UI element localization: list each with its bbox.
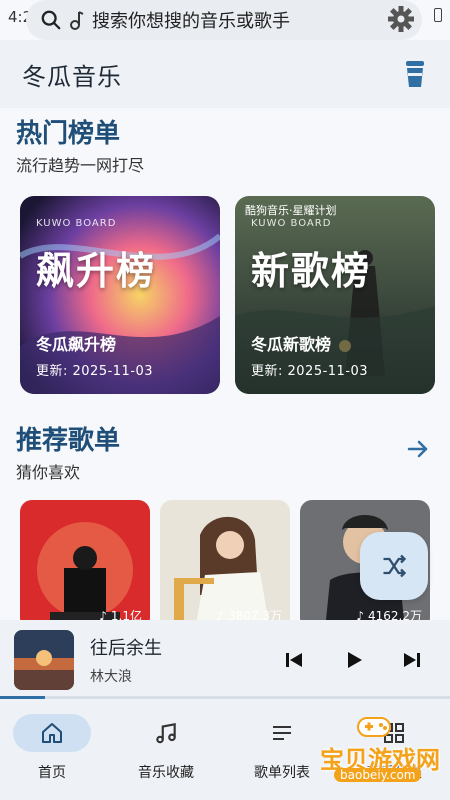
home-icon xyxy=(42,723,62,743)
app-title: 冬瓜音乐 xyxy=(22,62,122,91)
chart-brand: KUWO BOARD xyxy=(251,218,332,229)
progress-fill xyxy=(0,696,45,699)
previous-icon[interactable] xyxy=(282,648,306,672)
gear-icon[interactable] xyxy=(386,4,416,34)
chart-top-tag: 酷狗音乐·星耀计划 xyxy=(245,204,337,217)
chart-name: 冬瓜新歌榜 xyxy=(251,335,332,354)
music-note-icon xyxy=(70,11,84,30)
search-icon xyxy=(41,10,61,30)
chart-brand: KUWO BOARD xyxy=(36,218,117,229)
progress-bar[interactable] xyxy=(0,696,450,699)
cup-icon[interactable] xyxy=(402,59,428,89)
recommend-subtitle: 猜你喜欢 xyxy=(16,463,81,482)
playlist-card[interactable]: ♪ 3807.3万 xyxy=(160,500,290,630)
chart-card-new[interactable]: 酷狗音乐·星耀计划 KUWO BOARD 新歌榜 冬瓜新歌榜 更新: 2025-… xyxy=(235,196,435,394)
arrow-right-icon[interactable] xyxy=(406,437,430,461)
now-playing-title: 往后余生 xyxy=(90,638,162,659)
chart-card-rising[interactable]: KUWO BOARD 飙升榜 冬瓜飙升榜 更新: 2025-11-03 xyxy=(20,196,220,394)
nav-item-favorites[interactable]: 音乐收藏 xyxy=(110,710,222,782)
hot-charts-title: 热门榜单 xyxy=(16,119,121,149)
app-header: 冬瓜音乐 xyxy=(0,40,450,108)
chart-big-text: 飙升榜 xyxy=(36,249,157,293)
now-playing-bar[interactable]: 往后余生 林大浪 xyxy=(0,620,450,700)
nav-pill xyxy=(13,714,91,752)
shuffle-icon xyxy=(383,554,407,578)
now-playing-artist: 林大浪 xyxy=(90,669,132,685)
play-icon[interactable] xyxy=(342,648,366,672)
nav-label: 首页 xyxy=(38,765,66,781)
nav-label: 音乐收藏 xyxy=(138,765,194,781)
watermark-url: baobeiy.com xyxy=(334,768,422,782)
chart-date: 更新: 2025-11-03 xyxy=(36,364,154,379)
battery-icon xyxy=(434,8,442,22)
chart-date: 更新: 2025-11-03 xyxy=(251,364,369,379)
music-note-icon xyxy=(156,723,176,744)
nav-item-home[interactable]: 首页 xyxy=(0,710,108,782)
chart-big-text: 新歌榜 xyxy=(251,249,372,293)
search-bar[interactable]: 搜索你想搜的音乐或歌手 xyxy=(26,0,422,40)
list-icon xyxy=(273,726,291,740)
shuffle-button[interactable] xyxy=(360,532,428,600)
status-icons xyxy=(434,8,442,22)
watermark: 宝贝游戏网 baobeiy.com xyxy=(294,712,444,792)
recommend-title: 推荐歌单 xyxy=(16,426,121,456)
playlist-card[interactable]: ♪ 1.1亿 xyxy=(20,500,150,630)
search-placeholder[interactable]: 搜索你想搜的音乐或歌手 xyxy=(92,7,290,33)
next-icon[interactable] xyxy=(400,648,424,672)
gamepad-icon xyxy=(357,717,391,737)
cover-image xyxy=(14,630,74,690)
chart-name: 冬瓜飙升榜 xyxy=(36,335,117,354)
hot-charts-subtitle: 流行趋势一网打尽 xyxy=(16,156,145,175)
nav-pill xyxy=(127,714,205,752)
now-playing-cover[interactable] xyxy=(14,630,74,690)
